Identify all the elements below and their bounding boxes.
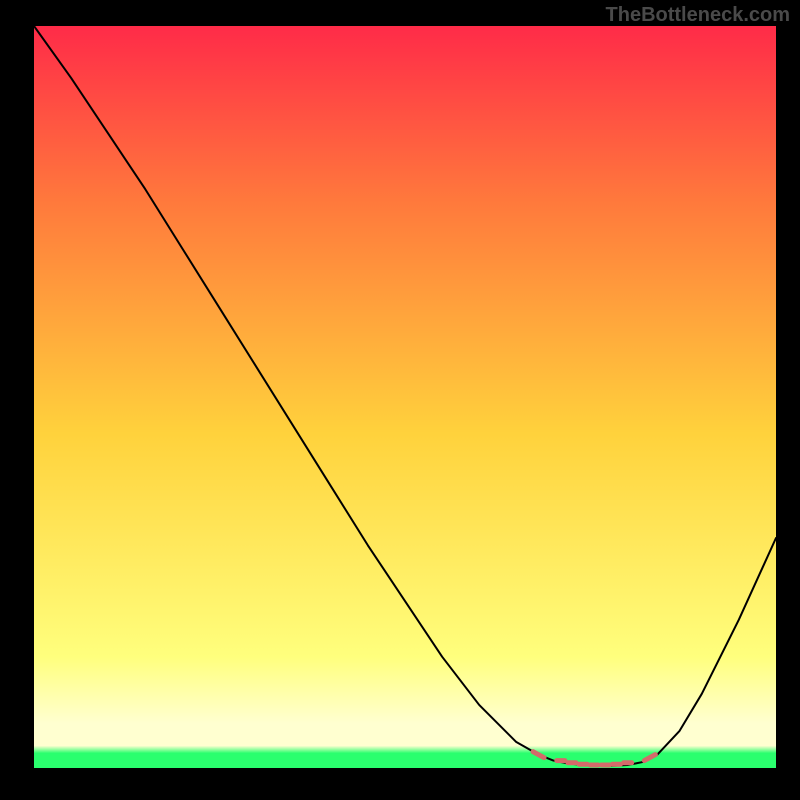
plot-area [34, 26, 776, 768]
watermark-text: TheBottleneck.com [606, 4, 790, 27]
chart-container: TheBottleneck.com [0, 0, 800, 800]
plot-svg [34, 26, 776, 768]
